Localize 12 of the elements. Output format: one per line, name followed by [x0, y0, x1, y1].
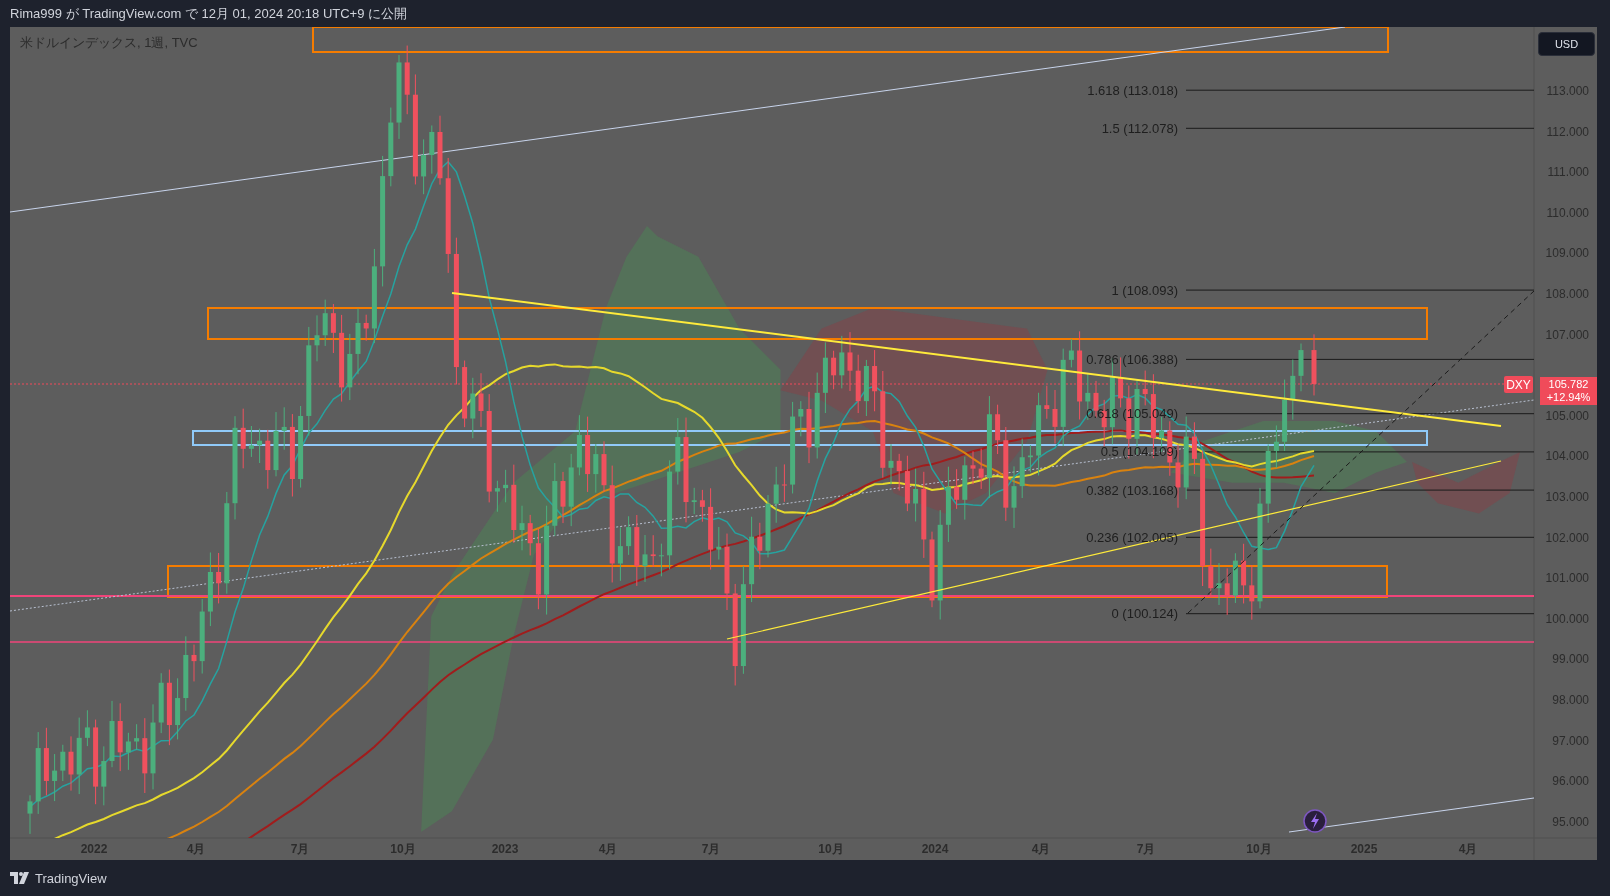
fib-level-label: 1.5 (112.078) — [1101, 120, 1178, 136]
fib-level-label: 0.236 (102.005) — [1086, 529, 1178, 545]
brand-name: TradingView — [35, 870, 107, 886]
price-value: 105.782 — [1548, 378, 1589, 391]
publish-info: Rima999 が TradingView.com で 12月 01, 2024 20:18 UTC+9 に公開 — [10, 4, 408, 23]
currency-button[interactable]: USD — [1538, 32, 1595, 56]
fib-level-label: 1.618 (113.018) — [1087, 82, 1178, 98]
fib-level-label: 0.786 (106.388) — [1086, 351, 1178, 367]
fib-level-label: 0 (100.124) — [1111, 606, 1178, 622]
fib-level-label: 1 (108.093) — [1111, 282, 1178, 298]
symbol-tag: DXY — [1504, 376, 1533, 393]
price-change: +12.94% — [1546, 391, 1591, 404]
